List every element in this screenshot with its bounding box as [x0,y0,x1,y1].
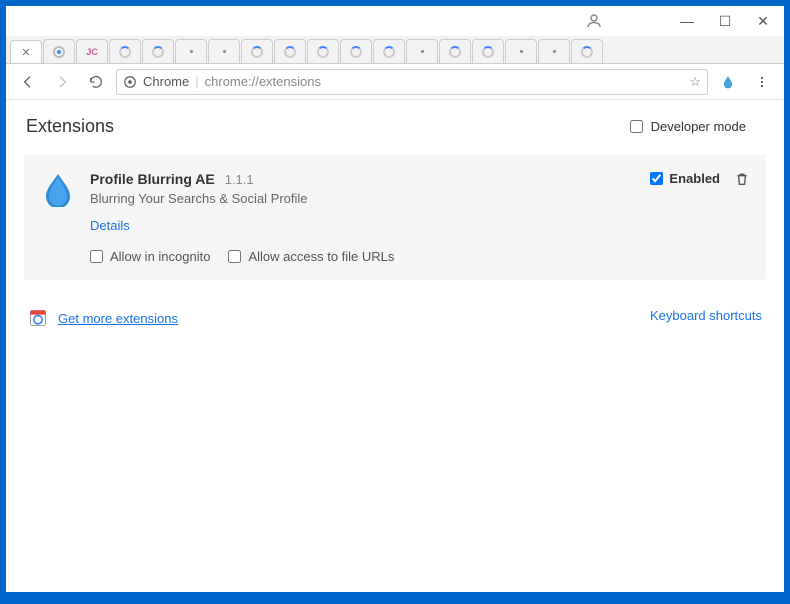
page-content: Extensions Developer mode Profile Blurri… [6,100,784,592]
extension-name: Profile Blurring AE [90,171,215,187]
tab[interactable]: JC [76,39,108,63]
tab-favicon [520,50,523,53]
extension-drop-icon[interactable] [714,68,742,96]
tab-favicon [553,50,556,53]
chrome-badge-icon [123,75,137,89]
enabled-label: Enabled [669,171,720,186]
forward-button[interactable] [48,68,76,96]
browser-toolbar: Chrome | chrome://extensions ☆ [6,64,784,100]
tab[interactable] [241,39,273,63]
url-separator: | [195,74,198,89]
tab-strip: ✕ JC [6,36,784,64]
tab-label: JC [86,47,98,57]
tab[interactable] [43,39,75,63]
loading-spinner-icon [251,46,263,58]
loading-spinner-icon [284,46,296,58]
developer-mode-toggle[interactable]: Developer mode [630,119,746,134]
chrome-web-store-icon [28,308,48,328]
enabled-toggle[interactable]: Enabled [650,171,720,186]
loading-spinner-icon [350,46,362,58]
page-title: Extensions [24,116,114,137]
tab-favicon [421,50,424,53]
allow-file-urls-checkbox[interactable] [228,250,241,263]
allow-incognito-checkbox[interactable] [90,250,103,263]
tab-favicon [223,50,226,53]
tab[interactable] [142,39,174,63]
tab[interactable] [340,39,372,63]
loading-spinner-icon [119,46,131,58]
trash-icon [734,171,750,187]
minimize-button[interactable]: — [670,9,704,33]
tab[interactable] [175,39,207,63]
extension-details-link[interactable]: Details [90,218,130,233]
loading-spinner-icon [317,46,329,58]
allow-incognito-option[interactable]: Allow in incognito [90,249,210,264]
address-bar[interactable]: Chrome | chrome://extensions ☆ [116,69,708,95]
allow-file-urls-option[interactable]: Allow access to file URLs [228,249,394,264]
close-window-button[interactable]: ✕ [746,9,780,33]
developer-mode-label: Developer mode [651,119,746,134]
tab[interactable] [208,39,240,63]
tab[interactable] [472,39,504,63]
chrome-icon [53,46,65,58]
window-title-bar: — ☐ ✕ [6,6,784,36]
tab[interactable] [109,39,141,63]
url-scheme-label: Chrome [143,74,189,89]
loading-spinner-icon [152,46,164,58]
url-text: chrome://extensions [205,74,321,89]
keyboard-shortcuts-link[interactable]: Keyboard shortcuts [650,308,762,328]
allow-file-urls-label: Allow access to file URLs [248,249,394,264]
menu-button[interactable] [748,68,776,96]
enabled-checkbox[interactable] [650,172,663,185]
tab[interactable] [406,39,438,63]
profile-avatar-icon[interactable] [582,9,606,33]
tab[interactable] [439,39,471,63]
tab[interactable] [274,39,306,63]
loading-spinner-icon [383,46,395,58]
allow-incognito-label: Allow in incognito [110,249,210,264]
tab[interactable] [307,39,339,63]
loading-spinner-icon [482,46,494,58]
tab[interactable] [571,39,603,63]
loading-spinner-icon [581,46,593,58]
extension-description: Blurring Your Searchs & Social Profile [90,191,636,206]
maximize-button[interactable]: ☐ [708,9,742,33]
extension-card: Profile Blurring AE 1.1.1 Blurring Your … [24,155,766,280]
developer-mode-checkbox[interactable] [630,120,643,133]
extension-icon [40,171,76,207]
back-button[interactable] [14,68,42,96]
bookmark-star-icon[interactable]: ☆ [689,74,701,90]
reload-button[interactable] [82,68,110,96]
close-icon[interactable]: ✕ [21,46,30,59]
loading-spinner-icon [449,46,461,58]
delete-extension-button[interactable] [734,171,750,192]
tab-active[interactable]: ✕ [10,40,42,64]
get-more-extensions-link[interactable]: Get more extensions [58,311,178,326]
extension-version: 1.1.1 [225,172,254,187]
tab[interactable] [538,39,570,63]
tab-favicon [190,50,193,53]
tab[interactable] [505,39,537,63]
tab[interactable] [373,39,405,63]
